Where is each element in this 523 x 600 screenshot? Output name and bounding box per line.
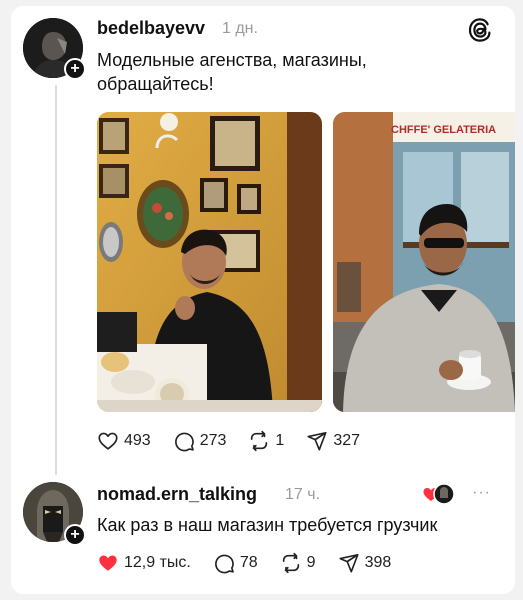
share-count: 327 (333, 432, 361, 449)
reply-text: Как раз в наш магазин требуется грузчик (97, 515, 438, 535)
post-text: Модельные агенства, магазины, обращайтес… (97, 50, 367, 94)
heart-icon (98, 432, 118, 450)
heart-filled-icon (99, 555, 117, 571)
comment-count: 273 (199, 432, 227, 449)
share-icon (339, 553, 359, 573)
post-username[interactable]: bedelbayevv (97, 18, 205, 39)
follow-plus-icon[interactable]: + (64, 524, 86, 546)
post-photo-cafe-interior[interactable] (97, 112, 322, 412)
share-button[interactable]: 398 (338, 552, 392, 574)
repost-button[interactable]: 1 (248, 430, 284, 452)
comment-button[interactable]: 273 (173, 430, 227, 452)
threads-logo-icon[interactable] (467, 17, 493, 43)
share-count: 398 (364, 554, 392, 571)
thread-connector-line (55, 85, 57, 475)
reply-action-bar: 12,9 тыс. 78 9 398 (97, 552, 413, 574)
comment-icon (174, 432, 194, 452)
like-count: 493 (124, 432, 151, 449)
liked-by-author-icon (422, 482, 456, 506)
post-action-bar: 493 273 1 327 (97, 430, 382, 452)
share-icon (307, 431, 327, 451)
like-count: 12,9 тыс. (124, 554, 191, 571)
post-photo-outdoor-cafe[interactable]: CHFFE' GELATERIA (333, 112, 515, 412)
repost-button[interactable]: 9 (280, 552, 316, 574)
comment-button[interactable]: 78 (213, 552, 258, 574)
comment-icon (214, 554, 234, 574)
comment-count: 78 (239, 554, 258, 571)
repost-icon (251, 430, 268, 452)
cafe-sign-text: CHFFE' GELATERIA (391, 124, 496, 136)
post-time: 1 дн. (222, 20, 258, 37)
follow-plus-icon[interactable]: + (64, 58, 86, 80)
repost-count: 1 (275, 432, 285, 449)
more-options-button[interactable]: ··· (472, 484, 491, 502)
reply-username[interactable]: nomad.ern_talking (97, 484, 257, 505)
share-button[interactable]: 327 (306, 430, 360, 452)
repost-count: 9 (306, 554, 316, 571)
reply-time: 17 ч. (285, 486, 321, 503)
like-button[interactable]: 493 (97, 430, 151, 452)
like-button[interactable]: 12,9 тыс. (97, 552, 191, 574)
repost-icon (282, 552, 299, 574)
